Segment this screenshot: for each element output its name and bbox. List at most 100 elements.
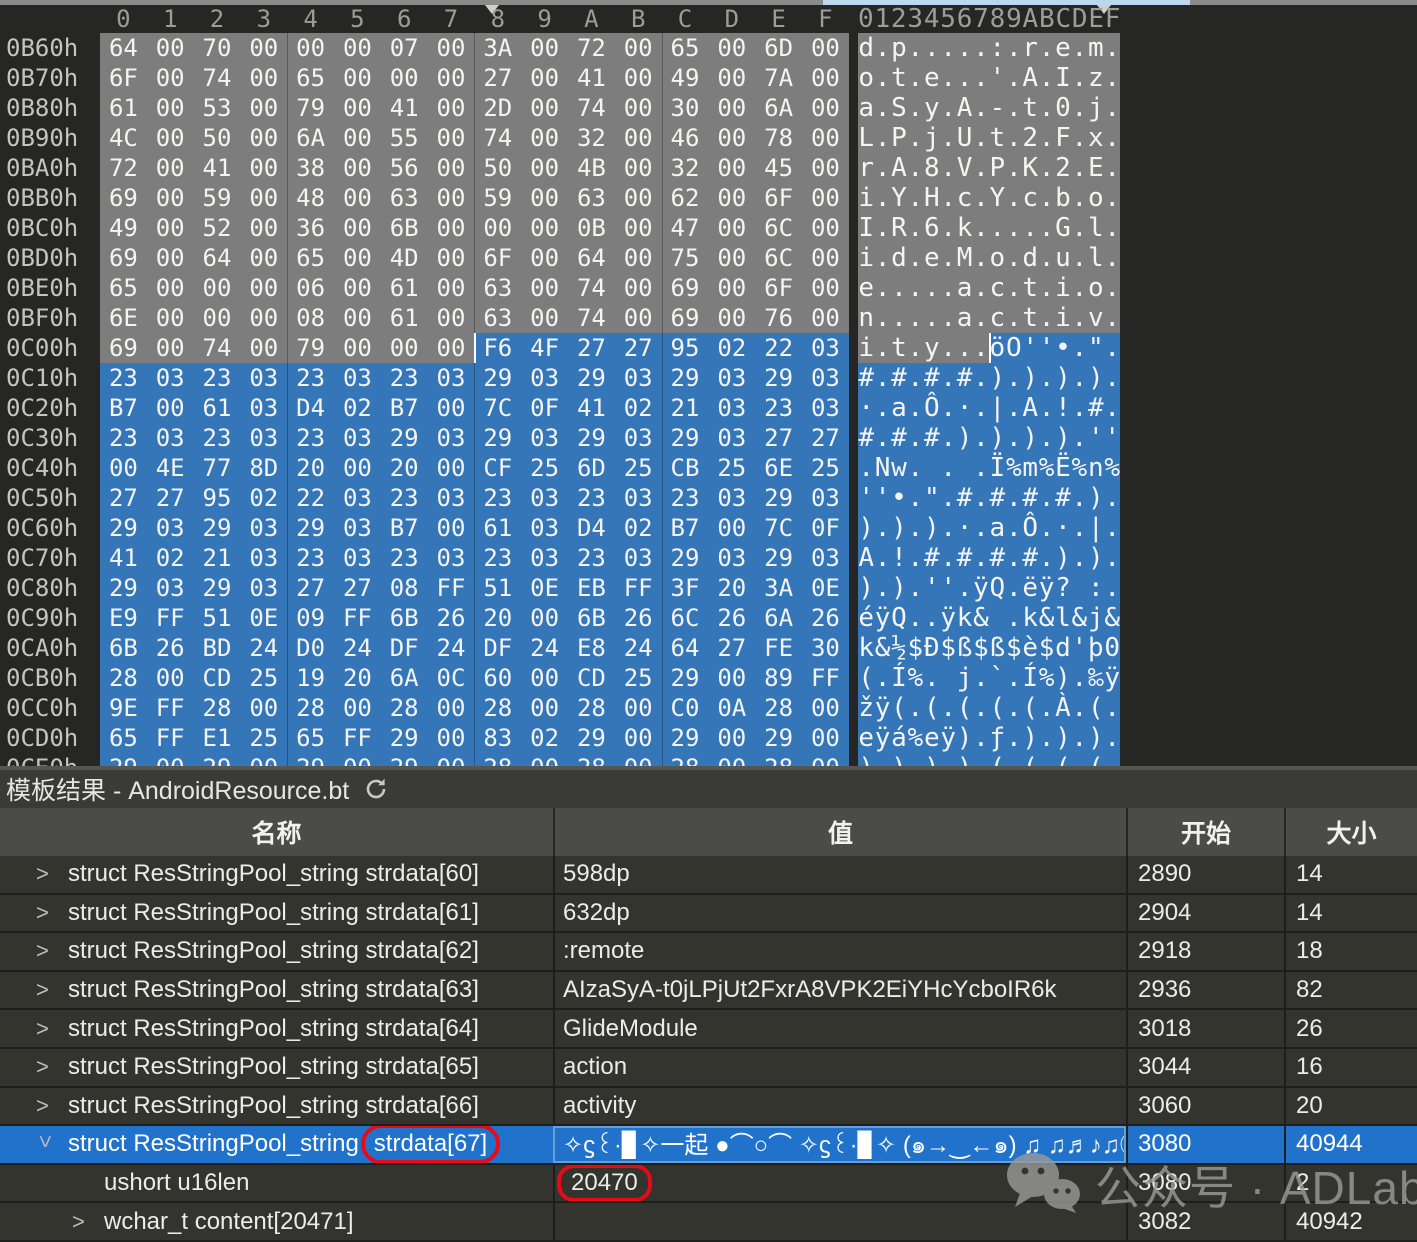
- hex-byte[interactable]: 29: [755, 543, 802, 573]
- ascii-char[interactable]: .: [1104, 333, 1120, 363]
- hex-byte[interactable]: 00: [615, 753, 662, 766]
- ascii-char[interactable]: .: [1038, 123, 1054, 153]
- ascii-char[interactable]: .: [1071, 243, 1087, 273]
- hex-byte[interactable]: 00: [147, 93, 194, 123]
- hex-byte[interactable]: 26: [708, 603, 755, 633]
- hex-byte[interactable]: DF: [474, 633, 521, 663]
- ascii-char[interactable]: .: [1022, 213, 1038, 243]
- hex-byte[interactable]: 2D: [474, 93, 521, 123]
- hex-byte[interactable]: 00: [802, 273, 849, 303]
- ascii-char[interactable]: .: [973, 123, 989, 153]
- hex-byte[interactable]: 61: [381, 273, 428, 303]
- hex-byte[interactable]: 29: [662, 663, 709, 693]
- ascii-char[interactable]: .: [1104, 363, 1120, 393]
- ascii-char[interactable]: .: [940, 273, 956, 303]
- hex-byte[interactable]: 00: [147, 183, 194, 213]
- ascii-char[interactable]: .: [924, 273, 940, 303]
- ascii-char[interactable]: ': [1088, 423, 1104, 453]
- ascii-char[interactable]: &: [1038, 603, 1054, 633]
- hex-byte[interactable]: 03: [240, 513, 287, 543]
- ascii-char[interactable]: .: [907, 513, 923, 543]
- ascii-char[interactable]: .: [874, 513, 890, 543]
- hex-byte[interactable]: 03: [334, 423, 381, 453]
- hex-byte[interactable]: 00: [708, 723, 755, 753]
- hex-byte[interactable]: 41: [194, 153, 241, 183]
- hex-byte[interactable]: 03: [615, 423, 662, 453]
- ascii-char[interactable]: #: [1022, 543, 1038, 573]
- hex-byte[interactable]: F6: [474, 333, 521, 363]
- ascii-char[interactable]: -: [989, 93, 1005, 123]
- hex-byte[interactable]: 00: [147, 243, 194, 273]
- ascii-char[interactable]: [924, 453, 940, 483]
- ascii-char[interactable]: ): [858, 753, 874, 766]
- hex-byte[interactable]: 03: [615, 543, 662, 573]
- hex-byte[interactable]: 22: [755, 333, 802, 363]
- hex-byte[interactable]: 29: [568, 423, 615, 453]
- ascii-char[interactable]: .: [1006, 213, 1022, 243]
- ascii-char[interactable]: S: [891, 93, 907, 123]
- ascii-char[interactable]: .: [956, 573, 972, 603]
- hex-byte[interactable]: 65: [287, 723, 334, 753]
- ascii-char[interactable]: .: [874, 63, 890, 93]
- ascii-char[interactable]: w: [891, 453, 907, 483]
- hex-byte[interactable]: 23: [287, 423, 334, 453]
- ascii-char[interactable]: ?: [1055, 573, 1071, 603]
- hex-byte[interactable]: 6C: [662, 603, 709, 633]
- hex-byte[interactable]: 00: [428, 753, 475, 766]
- hex-byte[interactable]: 26: [428, 603, 475, 633]
- hex-byte[interactable]: 0B: [568, 213, 615, 243]
- ascii-char[interactable]: Ô: [924, 393, 940, 423]
- hex-byte[interactable]: 00: [428, 123, 475, 153]
- hex-byte[interactable]: 25: [521, 453, 568, 483]
- hex-byte[interactable]: 6B: [381, 603, 428, 633]
- ascii-char[interactable]: t: [891, 63, 907, 93]
- hex-byte[interactable]: 00: [240, 153, 287, 183]
- hex-byte[interactable]: 02: [240, 483, 287, 513]
- hex-byte[interactable]: 00: [428, 93, 475, 123]
- hex-byte[interactable]: 26: [802, 603, 849, 633]
- ascii-char[interactable]: ): [1088, 723, 1104, 753]
- ascii-char[interactable]: ): [924, 753, 940, 766]
- ascii-char[interactable]: .: [940, 693, 956, 723]
- hex-byte[interactable]: 03: [334, 483, 381, 513]
- hex-byte[interactable]: 00: [240, 213, 287, 243]
- hex-byte[interactable]: 23: [381, 363, 428, 393]
- ascii-char[interactable]: t: [1022, 273, 1038, 303]
- hex-byte[interactable]: 62: [662, 183, 709, 213]
- hex-byte[interactable]: 29: [287, 513, 334, 543]
- ascii-char[interactable]: ): [1055, 723, 1071, 753]
- hex-byte[interactable]: 03: [708, 423, 755, 453]
- ascii-char[interactable]: .: [1006, 183, 1022, 213]
- ascii-char[interactable]: .: [874, 393, 890, 423]
- ascii-char[interactable]: .: [874, 543, 890, 573]
- hex-byte[interactable]: 38: [287, 153, 334, 183]
- hex-byte[interactable]: 6F: [100, 63, 147, 93]
- hex-byte[interactable]: 49: [662, 63, 709, 93]
- ascii-char[interactable]: .: [1071, 483, 1087, 513]
- ascii-char[interactable]: .: [1038, 183, 1054, 213]
- hex-byte[interactable]: 02: [521, 723, 568, 753]
- hex-byte[interactable]: 29: [755, 483, 802, 513]
- ascii-char[interactable]: .: [973, 543, 989, 573]
- hex-byte[interactable]: 00: [147, 213, 194, 243]
- ascii-char[interactable]: ": [1088, 333, 1104, 363]
- ascii-char[interactable]: H: [924, 183, 940, 213]
- ascii-char[interactable]: ÿ: [1104, 663, 1120, 693]
- ascii-char[interactable]: ·: [956, 393, 972, 423]
- hex-byte[interactable]: 00: [708, 243, 755, 273]
- hex-byte[interactable]: 03: [428, 543, 475, 573]
- ascii-char[interactable]: #: [956, 543, 972, 573]
- ascii-char[interactable]: t: [891, 333, 907, 363]
- ascii-char[interactable]: N: [874, 453, 890, 483]
- hex-byte[interactable]: D0: [287, 633, 334, 663]
- ascii-char[interactable]: Í: [891, 663, 907, 693]
- ascii-char[interactable]: .: [874, 333, 890, 363]
- ascii-char[interactable]: ÿ: [940, 603, 956, 633]
- hex-byte[interactable]: 23: [287, 543, 334, 573]
- ascii-char[interactable]: ): [1022, 363, 1038, 393]
- hex-byte[interactable]: 74: [474, 123, 521, 153]
- hex-byte[interactable]: B7: [381, 513, 428, 543]
- ascii-char[interactable]: .: [973, 393, 989, 423]
- ascii-char[interactable]: e: [924, 63, 940, 93]
- ascii-char[interactable]: .: [874, 123, 890, 153]
